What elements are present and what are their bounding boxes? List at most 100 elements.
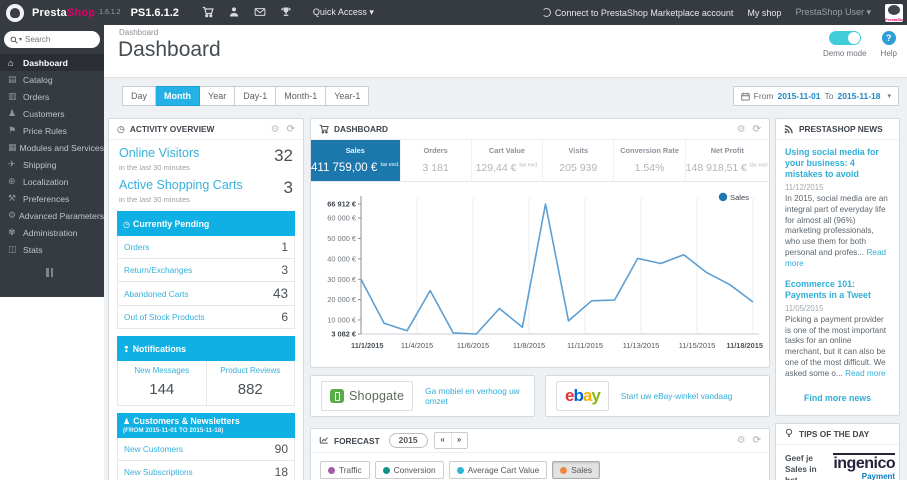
active-carts-caption: in the last 30 minutes xyxy=(119,195,190,204)
tips-of-the-day-panel: TIPS OF THE DAY Geef je Sales in het bui… xyxy=(775,422,900,480)
svg-text:60 000 €: 60 000 € xyxy=(327,214,356,223)
svg-text:66 912 €: 66 912 € xyxy=(327,200,356,209)
toggle-sales[interactable]: Sales xyxy=(552,461,600,479)
sidebar-item-shipping[interactable]: ✈ Shipping xyxy=(0,156,104,173)
marketplace-link[interactable]: Connect to PrestaShop Marketplace accoun… xyxy=(541,7,733,18)
range-year-button[interactable]: Year xyxy=(200,86,236,106)
breadcrumb[interactable]: Dashboard xyxy=(119,28,158,37)
sidebar-item-price-rules[interactable]: ⚑ Price Rules xyxy=(0,122,104,139)
forecast-year[interactable]: 2015 xyxy=(388,433,428,448)
quick-access-menu[interactable]: Quick Access ▾ xyxy=(313,7,374,18)
search-scope-caret[interactable]: ▾ xyxy=(19,36,22,43)
refresh-icon[interactable]: ⟳ xyxy=(753,124,761,135)
chart-icon xyxy=(319,435,329,446)
rss-icon xyxy=(784,124,794,135)
news-article-excerpt: Picking a payment provider is one of the… xyxy=(785,314,887,378)
search-input[interactable] xyxy=(25,35,84,44)
clock-icon: ◷ xyxy=(117,123,125,134)
range-month-button[interactable]: Month xyxy=(156,86,201,106)
svg-text:Sales: Sales xyxy=(730,193,749,202)
sidebar-item-advanced-parameters[interactable]: ⚙ Advanced Parameters xyxy=(0,207,104,224)
kpi-tab-conversion-rate[interactable]: Conversion Rate 1.54% xyxy=(613,140,684,181)
kpi-tab-sales[interactable]: Sales 411 759,00 € tax excl. xyxy=(311,140,400,181)
catalog-icon: ▤ xyxy=(8,74,17,84)
my-shop-link[interactable]: My shop xyxy=(747,8,781,18)
kpi-tab-visits[interactable]: Visits 205 939 xyxy=(542,140,613,181)
user-avatar[interactable]: PrestaShop xyxy=(885,3,903,22)
content-area: Day Month Year Day-1 Month-1 Year-1 From… xyxy=(104,78,907,480)
range-year-1-button[interactable]: Year-1 xyxy=(326,86,370,106)
ebay-link[interactable]: Start uw eBay-winkel vandaag xyxy=(621,391,733,401)
cart-icon[interactable] xyxy=(195,4,221,22)
marketplace-icon xyxy=(541,7,551,17)
refresh-icon[interactable]: ⟳ xyxy=(753,435,761,446)
notifications-section: ❢ Notifications New Messages 144 Product R… xyxy=(117,336,295,406)
page-header: Dashboard Dashboard Demo mode ? Help xyxy=(104,25,907,78)
average-cart-value-dot-icon xyxy=(456,466,464,474)
sidebar-item-customers[interactable]: ♟ Customers xyxy=(0,105,104,122)
sidebar-collapse-button[interactable] xyxy=(46,268,104,277)
demo-mode-toggle[interactable] xyxy=(828,31,861,45)
toggle-conversion[interactable]: Conversion xyxy=(374,461,444,479)
svg-text:50 000 €: 50 000 € xyxy=(327,234,356,243)
date-range-buttons: Day Month Year Day-1 Month-1 Year-1 xyxy=(122,86,370,106)
shop-name[interactable]: PS1.6.1.2 xyxy=(131,7,179,19)
online-visitors-link[interactable]: Online Visitors xyxy=(119,146,199,160)
forecast-panel-title: FORECAST xyxy=(334,435,380,446)
table-row: Orders 1 xyxy=(117,236,295,259)
demo-mode-control: Demo mode xyxy=(823,31,867,58)
tips-panel-title: TIPS OF THE DAY xyxy=(799,428,870,439)
sidebar-item-orders[interactable]: ▥ Orders xyxy=(0,88,104,105)
gear-icon[interactable]: ⚙ xyxy=(271,124,280,135)
shopgate-link[interactable]: Ga mobiel en verhoog uw omzet xyxy=(425,386,524,406)
svg-text:11/4/2015: 11/4/2015 xyxy=(401,341,433,350)
toggle-average-cart-value[interactable]: Average Cart Value xyxy=(448,461,548,479)
sidebar-item-stats[interactable]: ◫ Stats xyxy=(0,241,104,258)
news-article-title[interactable]: Using social media for your business: 4 … xyxy=(785,147,890,180)
price-rules-icon: ⚑ xyxy=(8,125,17,135)
sidebar-item-dashboard[interactable]: ⌂ Dashboard xyxy=(0,54,104,71)
toggle-traffic[interactable]: Traffic xyxy=(320,461,370,479)
ebay-logo: e b a y xyxy=(556,381,609,411)
ingenico-logo: ingenico Paymentservices xyxy=(833,452,896,480)
product-reviews-stat: Product Reviews 882 xyxy=(205,361,295,405)
employee-icon[interactable] xyxy=(221,4,247,22)
news-article-excerpt: In 2015, social media are an integral pa… xyxy=(785,193,888,268)
administration-icon: ✾ xyxy=(8,227,16,237)
date-range-picker[interactable]: From 2015-11-01 To 2015-11-18 ▾ xyxy=(732,86,899,106)
refresh-icon[interactable]: ⟳ xyxy=(287,124,295,135)
range-day-button[interactable]: Day xyxy=(122,86,157,106)
kpi-tab-cart-value[interactable]: Cart Value 129,44 € tax excl. xyxy=(470,140,542,181)
gear-icon[interactable]: ⚙ xyxy=(737,124,746,135)
svg-text:10 000 €: 10 000 € xyxy=(327,316,356,325)
sidebar-item-preferences[interactable]: ⚒ Preferences xyxy=(0,190,104,207)
find-more-news-link[interactable]: Find more news xyxy=(785,389,890,411)
trophy-icon[interactable] xyxy=(273,4,299,22)
gear-icon[interactable]: ⚙ xyxy=(737,435,746,446)
news-article: Ecommerce 101: Payments in a Tweet 11/05… xyxy=(785,279,890,380)
sidebar-search[interactable]: ▾ xyxy=(4,31,100,48)
backward-icon[interactable]: « xyxy=(434,433,451,448)
news-article: Using social media for your business: 4 … xyxy=(785,147,890,270)
kpi-tab-orders[interactable]: Orders 3 181 xyxy=(399,140,471,181)
customers-newsletters-section: ♟ Customers & Newsletters (FROM 2015-11-0… xyxy=(117,413,295,480)
messages-icon[interactable] xyxy=(247,4,273,22)
sidebar-item-catalog[interactable]: ▤ Catalog xyxy=(0,71,104,88)
svg-text:40 000 €: 40 000 € xyxy=(327,254,356,263)
sidebar-item-localization[interactable]: ⊕ Localization xyxy=(0,173,104,190)
user-menu[interactable]: PrestaShop User ▾ xyxy=(795,7,871,18)
help-icon[interactable]: ? xyxy=(881,31,896,45)
kpi-tab-net-profit[interactable]: Net Profit 148 918,51 € tax excl. xyxy=(684,140,769,181)
prestashop-logo-icon xyxy=(6,3,24,22)
range-day-1-button[interactable]: Day-1 xyxy=(235,86,277,106)
table-row: New Subscriptions 18 xyxy=(117,461,295,480)
sidebar-item-modules[interactable]: ▦ Modules and Services xyxy=(0,139,104,156)
read-more-link[interactable]: Read more xyxy=(845,369,886,378)
active-carts-link[interactable]: Active Shopping Carts xyxy=(119,178,243,192)
range-month-1-button[interactable]: Month-1 xyxy=(276,86,327,106)
forward-icon[interactable]: » xyxy=(450,433,467,448)
page-title: Dashboard xyxy=(118,38,221,61)
table-row: Abandoned Carts 43 xyxy=(117,282,295,306)
news-article-title[interactable]: Ecommerce 101: Payments in a Tweet xyxy=(785,279,890,301)
sidebar-item-administration[interactable]: ✾ Administration xyxy=(0,224,104,241)
